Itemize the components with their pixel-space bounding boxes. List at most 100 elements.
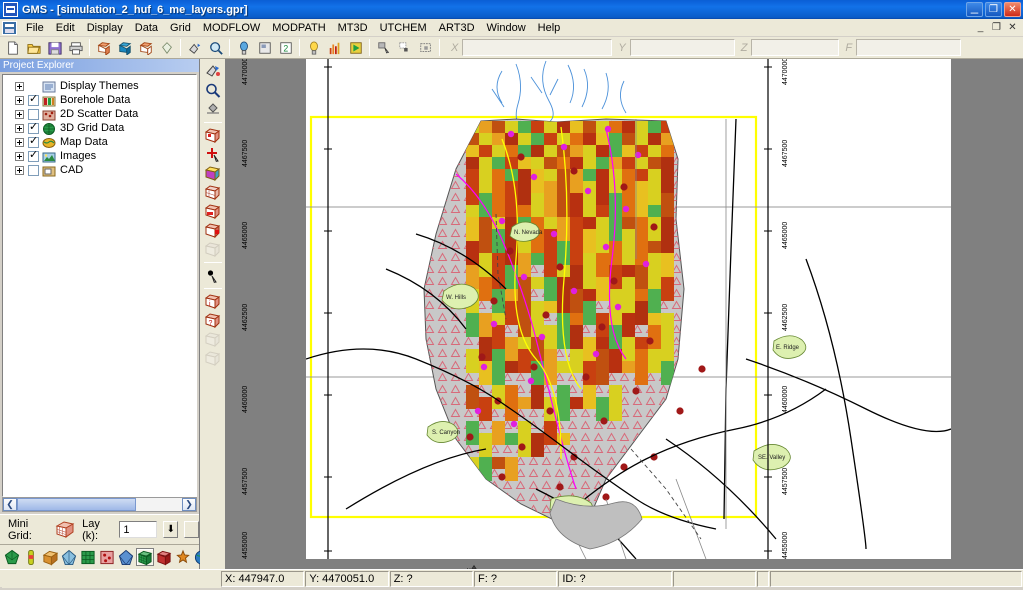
view-rotate-icon[interactable] <box>156 38 177 58</box>
layer-input[interactable] <box>119 521 158 538</box>
select-cell-tool-icon[interactable] <box>203 126 223 144</box>
zoom-tool-icon[interactable] <box>203 81 223 99</box>
menu-utchem[interactable]: UTCHEM <box>374 20 433 36</box>
menu-art3d[interactable]: ART3D <box>433 20 481 36</box>
select-object-icon[interactable] <box>373 38 394 58</box>
expander-icon[interactable] <box>15 151 24 161</box>
create-point-tool-icon[interactable] <box>203 266 223 284</box>
tree-item-borehole-data[interactable]: Borehole Data <box>7 93 196 107</box>
tree-item-images[interactable]: Images <box>7 149 196 163</box>
menu-help[interactable]: Help <box>532 20 567 36</box>
select-i-tool-icon[interactable] <box>203 164 223 182</box>
histogram-icon[interactable] <box>324 38 345 58</box>
coord-z-input[interactable] <box>751 39 840 56</box>
expander-icon[interactable] <box>15 165 24 175</box>
module-2d-mesh-icon[interactable] <box>60 548 78 566</box>
menu-file[interactable]: File <box>20 20 50 36</box>
display-options-icon[interactable] <box>254 38 275 58</box>
expander-icon[interactable] <box>15 137 24 147</box>
expander-icon[interactable] <box>15 81 24 91</box>
coord-y-input[interactable] <box>629 39 735 56</box>
select-k-tool-icon[interactable] <box>203 202 223 220</box>
checkbox[interactable] <box>28 149 39 162</box>
checkbox[interactable] <box>28 164 39 176</box>
mdi-document-icon[interactable] <box>2 20 17 35</box>
expander-icon[interactable] <box>15 109 24 119</box>
coord-f-input[interactable] <box>856 39 962 56</box>
module-3d-scatter-icon[interactable] <box>155 548 173 566</box>
menu-grid[interactable]: Grid <box>164 20 197 36</box>
select-node-icon[interactable] <box>394 38 415 58</box>
scroll-left-arrow-icon[interactable]: ❮ <box>3 498 17 511</box>
select-region-icon[interactable] <box>415 38 436 58</box>
view-front-icon[interactable] <box>114 38 135 58</box>
rotate-tool-icon[interactable] <box>203 100 223 118</box>
module-map-icon[interactable] <box>174 548 192 566</box>
module-3d-grid-icon[interactable] <box>136 548 154 566</box>
checkbox[interactable] <box>28 93 39 106</box>
module-3d-mesh-icon[interactable] <box>117 548 135 566</box>
scrollbar-thumb[interactable] <box>17 498 136 511</box>
module-2d-scatter-icon[interactable] <box>98 548 116 566</box>
window-minimize-button[interactable]: _ <box>966 0 983 17</box>
save-file-icon[interactable] <box>44 38 65 58</box>
menu-data[interactable]: Data <box>129 20 164 36</box>
pan-tool-icon[interactable] <box>203 62 223 80</box>
select-j-tool-icon[interactable] <box>203 183 223 201</box>
project-explorer-tree[interactable]: Display Themes Borehole Data <box>2 74 197 497</box>
select-grid-tool-icon[interactable] <box>203 240 223 258</box>
grid-frame-tool-icon[interactable] <box>203 349 223 367</box>
tree-item-display-themes[interactable]: Display Themes <box>7 79 196 93</box>
open-file-icon[interactable] <box>23 38 44 58</box>
graphics-window[interactable]: N. Nevada W. Hills E. Ridge S. Canyon SE… <box>226 59 1023 569</box>
menu-edit[interactable]: Edit <box>50 20 81 36</box>
scrollbar-track[interactable] <box>17 498 182 511</box>
checkbox[interactable] <box>28 135 39 148</box>
view-plan-icon[interactable] <box>135 38 156 58</box>
map-canvas[interactable]: N. Nevada W. Hills E. Ridge S. Canyon SE… <box>305 59 952 560</box>
menu-mt3d[interactable]: MT3D <box>332 20 374 36</box>
select-cells-tool-icon[interactable] <box>203 221 223 239</box>
checkbox[interactable] <box>28 108 39 120</box>
tree-item-2d-scatter-data[interactable]: 2D Scatter Data <box>7 107 196 121</box>
select-node-tool-icon[interactable] <box>203 145 223 163</box>
scroll-right-arrow-icon[interactable]: ❯ <box>182 498 196 511</box>
view-oblique-icon[interactable] <box>93 38 114 58</box>
window-close-button[interactable]: ✕ <box>1004 2 1021 17</box>
pan-icon[interactable] <box>184 38 205 58</box>
menu-window[interactable]: Window <box>481 20 532 36</box>
mdi-close-button[interactable]: ✕ <box>1005 20 1020 35</box>
module-2d-grid-icon[interactable] <box>79 548 97 566</box>
module-tins-icon[interactable] <box>3 548 21 566</box>
refresh-icon[interactable]: 2 <box>275 38 296 58</box>
menu-modflow[interactable]: MODFLOW <box>197 20 266 36</box>
tree-item-cad[interactable]: CAD <box>7 163 196 177</box>
window-maximize-button[interactable]: ❐ <box>985 2 1002 17</box>
expander-icon[interactable] <box>15 95 24 105</box>
layer-extra-button[interactable] <box>184 521 199 538</box>
mini-grid-icon[interactable] <box>54 519 76 540</box>
bulb-icon[interactable] <box>303 38 324 58</box>
zoom-icon[interactable] <box>205 38 226 58</box>
menu-modpath[interactable]: MODPATH <box>266 20 331 36</box>
run-icon[interactable] <box>345 38 366 58</box>
tree-item-3d-grid-data[interactable]: 3D Grid Data <box>7 121 196 135</box>
grid-edit-tool-icon[interactable] <box>203 330 223 348</box>
lighting-icon[interactable] <box>233 38 254 58</box>
checkbox[interactable] <box>28 121 39 134</box>
mdi-minimize-button[interactable]: _ <box>973 20 988 35</box>
menu-display[interactable]: Display <box>81 20 129 36</box>
coord-x-input[interactable] <box>462 39 613 56</box>
module-boreholes-icon[interactable] <box>22 548 40 566</box>
expander-icon[interactable] <box>15 123 24 133</box>
layer-spinner-down-icon[interactable]: ⬇ <box>163 521 179 538</box>
explorer-horizontal-scrollbar[interactable]: ❮ ❯ <box>2 497 197 512</box>
map-drawing[interactable]: N. Nevada W. Hills E. Ridge S. Canyon SE… <box>305 59 952 560</box>
mdi-restore-button[interactable]: ❐ <box>989 20 1004 35</box>
new-file-icon[interactable] <box>2 38 23 58</box>
module-solids-icon[interactable] <box>41 548 59 566</box>
tree-item-map-data[interactable]: Map Data <box>7 135 196 149</box>
print-icon[interactable] <box>65 38 86 58</box>
cell-info-tool-icon[interactable]: i <box>203 292 223 310</box>
cell-props-tool-icon[interactable]: ? <box>203 311 223 329</box>
